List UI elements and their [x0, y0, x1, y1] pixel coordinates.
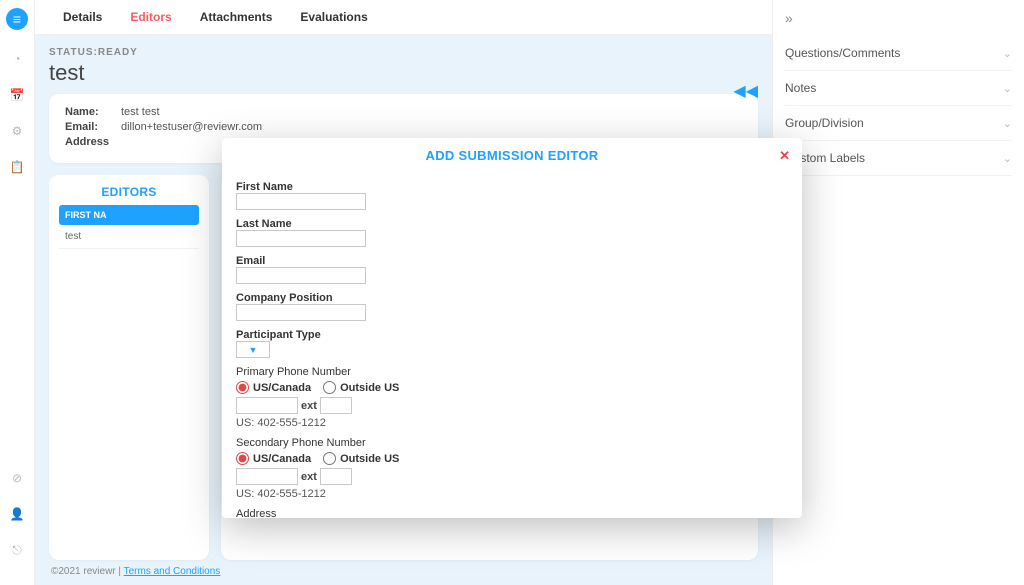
- radio-us-canada-2[interactable]: US/Canada: [236, 452, 311, 465]
- radio-outside-us-2-label: Outside US: [340, 453, 399, 465]
- primary-phone-radio-row: US/Canada Outside US: [236, 381, 788, 394]
- label-ptype: Participant Type: [236, 329, 788, 341]
- primary-phone-row: ext: [236, 397, 788, 414]
- label-email: Email: [236, 255, 788, 267]
- label-address-section: Address: [236, 508, 788, 518]
- ext-label-2: ext: [301, 471, 317, 483]
- secondary-phone-input[interactable]: [236, 468, 298, 485]
- radio-outside-us-2[interactable]: Outside US: [323, 452, 399, 465]
- label-last-name: Last Name: [236, 218, 788, 230]
- first-name-input[interactable]: [236, 193, 366, 210]
- radio-outside-us-input[interactable]: [323, 381, 336, 394]
- radio-us-canada-label: US/Canada: [253, 382, 311, 394]
- add-editor-modal: ✕ ADD SUBMISSION EDITOR First Name Last …: [222, 138, 802, 518]
- position-input[interactable]: [236, 304, 366, 321]
- last-name-input[interactable]: [236, 230, 366, 247]
- primary-phone-input[interactable]: [236, 397, 298, 414]
- secondary-phone-radio-row: US/Canada Outside US: [236, 452, 788, 465]
- ext-label: ext: [301, 400, 317, 412]
- radio-outside-us-2-input[interactable]: [323, 452, 336, 465]
- email-input[interactable]: [236, 267, 366, 284]
- close-icon[interactable]: ✕: [779, 148, 790, 164]
- radio-us-canada[interactable]: US/Canada: [236, 381, 311, 394]
- radio-outside-us-label: Outside US: [340, 382, 399, 394]
- primary-phone-example: US: 402-555-1212: [236, 417, 788, 429]
- radio-us-canada-input[interactable]: [236, 381, 249, 394]
- radio-outside-us[interactable]: Outside US: [323, 381, 399, 394]
- caret-down-icon: ▼: [249, 345, 258, 355]
- secondary-phone-row: ext: [236, 468, 788, 485]
- modal-title: ADD SUBMISSION EDITOR: [222, 138, 802, 169]
- radio-us-canada-2-input[interactable]: [236, 452, 249, 465]
- label-primary-phone: Primary Phone Number: [236, 366, 788, 378]
- label-secondary-phone: Secondary Phone Number: [236, 437, 788, 449]
- participant-type-select[interactable]: ▼: [236, 341, 270, 358]
- radio-us-canada-2-label: US/Canada: [253, 453, 311, 465]
- label-first-name: First Name: [236, 181, 788, 193]
- secondary-phone-example: US: 402-555-1212: [236, 488, 788, 500]
- modal-mask: ✕ ADD SUBMISSION EDITOR First Name Last …: [0, 0, 1024, 585]
- secondary-ext-input[interactable]: [320, 468, 352, 485]
- primary-ext-input[interactable]: [320, 397, 352, 414]
- modal-body: First Name Last Name Email Company Posit…: [222, 169, 802, 518]
- label-position: Company Position: [236, 292, 788, 304]
